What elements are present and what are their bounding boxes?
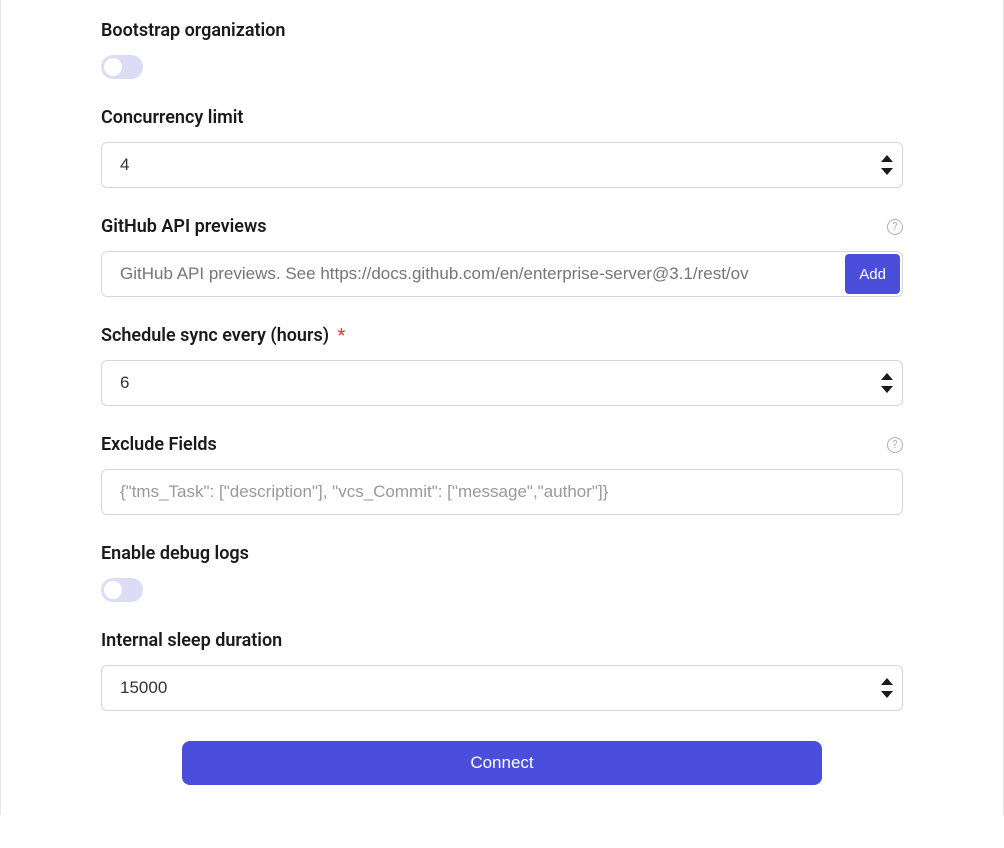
bootstrap-toggle[interactable] [101, 55, 143, 79]
sleep-spinner [881, 678, 893, 698]
form-container: Bootstrap organization Concurrency limit… [0, 0, 1004, 815]
concurrency-field-group: Concurrency limit [101, 107, 903, 188]
schedule-spinner [881, 373, 893, 393]
spinner-up-icon[interactable] [881, 155, 893, 162]
label-row: Exclude Fields ? [101, 434, 903, 455]
required-marker: * [338, 325, 346, 346]
connect-button[interactable]: Connect [182, 741, 822, 785]
previews-label: GitHub API previews [101, 216, 267, 237]
debug-toggle[interactable] [101, 578, 143, 602]
sleep-field-group: Internal sleep duration [101, 630, 903, 711]
spinner-down-icon[interactable] [881, 168, 893, 175]
label-row: Schedule sync every (hours) * [101, 325, 903, 346]
label-row: Internal sleep duration [101, 630, 903, 651]
exclude-label: Exclude Fields [101, 434, 217, 455]
label-row: Enable debug logs [101, 543, 903, 564]
concurrency-input-wrap [101, 142, 903, 188]
sleep-label: Internal sleep duration [101, 630, 282, 651]
sleep-input[interactable] [101, 665, 903, 711]
help-icon[interactable]: ? [887, 219, 903, 235]
schedule-label-text: Schedule sync every (hours) [101, 325, 329, 346]
previews-input[interactable] [102, 252, 843, 296]
toggle-knob [104, 581, 122, 599]
concurrency-input[interactable] [101, 142, 903, 188]
previews-field-group: GitHub API previews ? Add [101, 216, 903, 297]
schedule-field-group: Schedule sync every (hours) * [101, 325, 903, 406]
exclude-field-group: Exclude Fields ? [101, 434, 903, 515]
concurrency-spinner [881, 155, 893, 175]
spinner-down-icon[interactable] [881, 691, 893, 698]
debug-label: Enable debug logs [101, 543, 249, 564]
help-icon[interactable]: ? [887, 437, 903, 453]
schedule-input[interactable] [101, 360, 903, 406]
concurrency-label: Concurrency limit [101, 107, 243, 128]
spinner-up-icon[interactable] [881, 373, 893, 380]
debug-field-group: Enable debug logs [101, 543, 903, 602]
toggle-knob [104, 58, 122, 76]
bootstrap-field-group: Bootstrap organization [101, 20, 903, 79]
bootstrap-label: Bootstrap organization [101, 20, 285, 41]
previews-input-wrap: Add [101, 251, 903, 297]
sleep-input-wrap [101, 665, 903, 711]
add-button[interactable]: Add [845, 254, 900, 294]
schedule-input-wrap [101, 360, 903, 406]
schedule-label: Schedule sync every (hours) * [101, 325, 345, 346]
label-row: GitHub API previews ? [101, 216, 903, 237]
spinner-up-icon[interactable] [881, 678, 893, 685]
label-row: Bootstrap organization [101, 20, 903, 41]
exclude-input[interactable] [101, 469, 903, 515]
spinner-down-icon[interactable] [881, 386, 893, 393]
label-row: Concurrency limit [101, 107, 903, 128]
